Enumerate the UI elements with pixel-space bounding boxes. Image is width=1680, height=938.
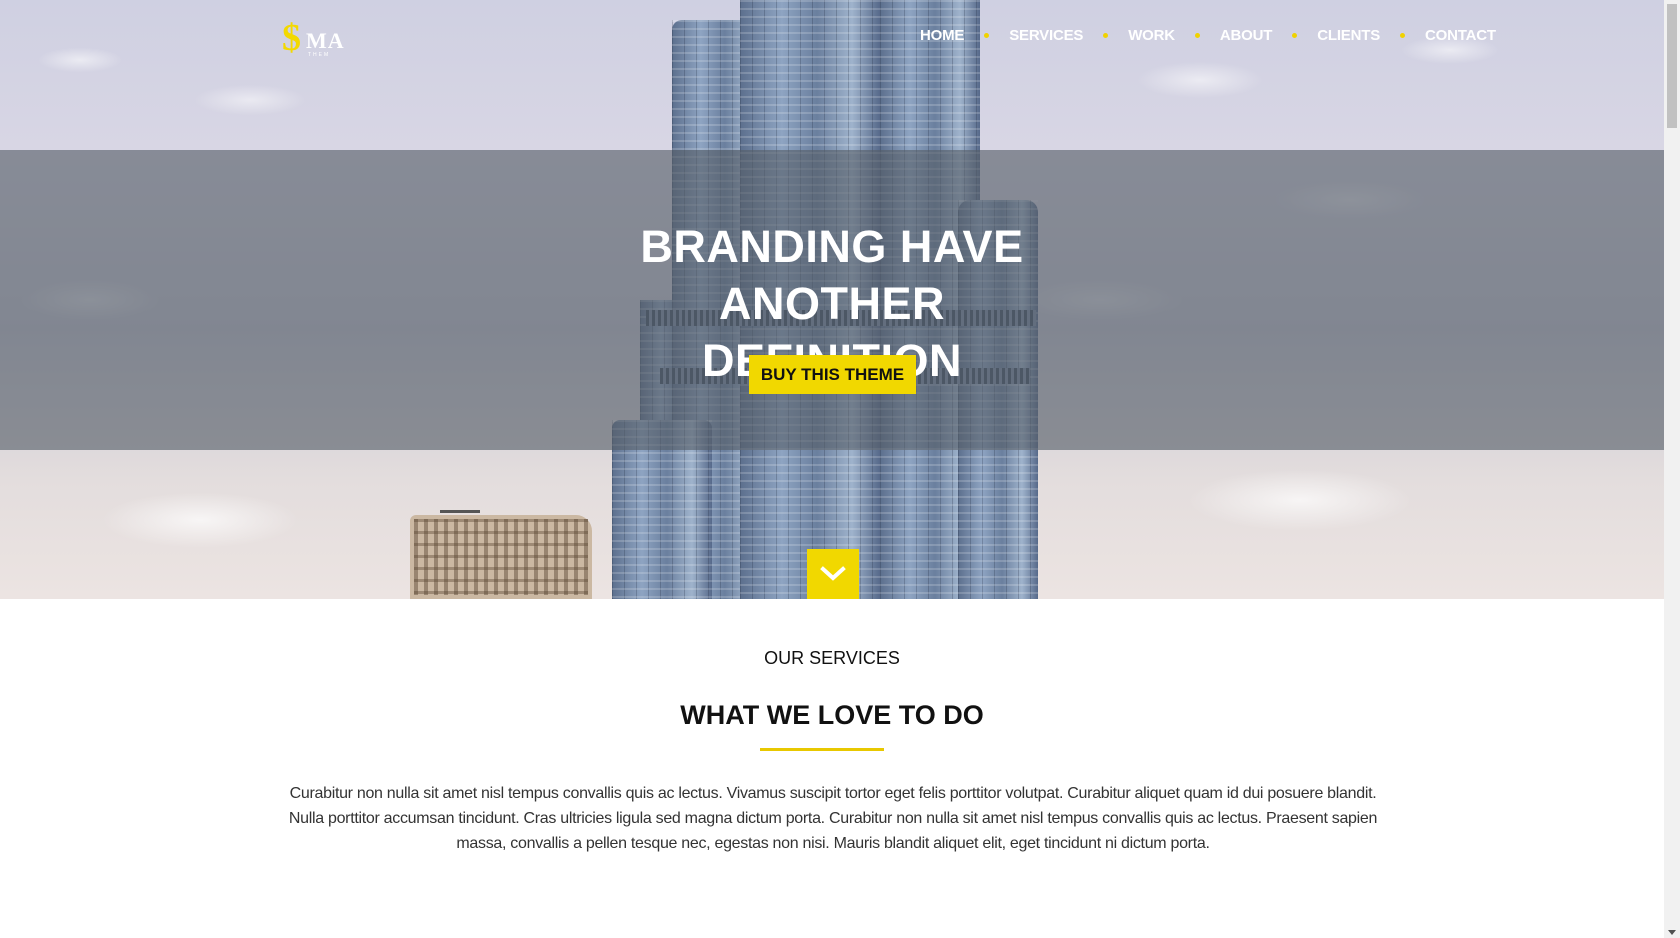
site-logo[interactable]: $ MA THEM — [278, 16, 350, 60]
scrollbar-thumb[interactable] — [1667, 4, 1677, 128]
logo-subtext: THEM — [308, 52, 331, 58]
nav-item-home[interactable]: HOME — [920, 27, 964, 44]
nav-item-contact[interactable]: CONTACT — [1425, 27, 1496, 44]
nav-separator-dot — [1103, 32, 1109, 38]
page: $ MA THEM HOME SERVICES WORK ABOUT CLIEN… — [0, 0, 1664, 938]
page-scrollbar[interactable] — [1664, 0, 1680, 938]
title-underline — [760, 748, 884, 751]
low-building-image — [410, 515, 592, 599]
nav-separator-dot — [984, 32, 990, 38]
nav-separator-dot — [1400, 32, 1406, 38]
nav-separator-dot — [1292, 32, 1298, 38]
nav-item-services[interactable]: SERVICES — [1009, 27, 1083, 44]
services-title: WHAT WE LOVE TO DO — [680, 700, 984, 730]
crane-image — [440, 510, 480, 513]
scroll-down-button[interactable] — [807, 549, 859, 599]
services-kicker: OUR SERVICES — [764, 648, 900, 668]
nav-item-clients[interactable]: CLIENTS — [1317, 27, 1380, 44]
chevron-down-icon — [820, 566, 846, 581]
scroll-down-arrow-icon[interactable] — [1668, 928, 1676, 936]
main-nav: HOME SERVICES WORK ABOUT CLIENTS CONTACT — [920, 24, 1496, 46]
nav-separator-dot — [1194, 32, 1200, 38]
logo-text: MA — [306, 28, 345, 53]
hero-title-line1: BRANDING HAVE ANOTHER — [640, 221, 1024, 329]
nav-item-about[interactable]: ABOUT — [1220, 27, 1273, 44]
buy-theme-button[interactable]: BUY THIS THEME — [749, 355, 916, 394]
nav-item-work[interactable]: WORK — [1128, 27, 1175, 44]
logo-dollar-icon: $ — [282, 17, 301, 59]
services-description: Curabitur non nulla sit amet nisl tempus… — [288, 785, 1378, 852]
hero-section: $ MA THEM HOME SERVICES WORK ABOUT CLIEN… — [0, 0, 1664, 599]
